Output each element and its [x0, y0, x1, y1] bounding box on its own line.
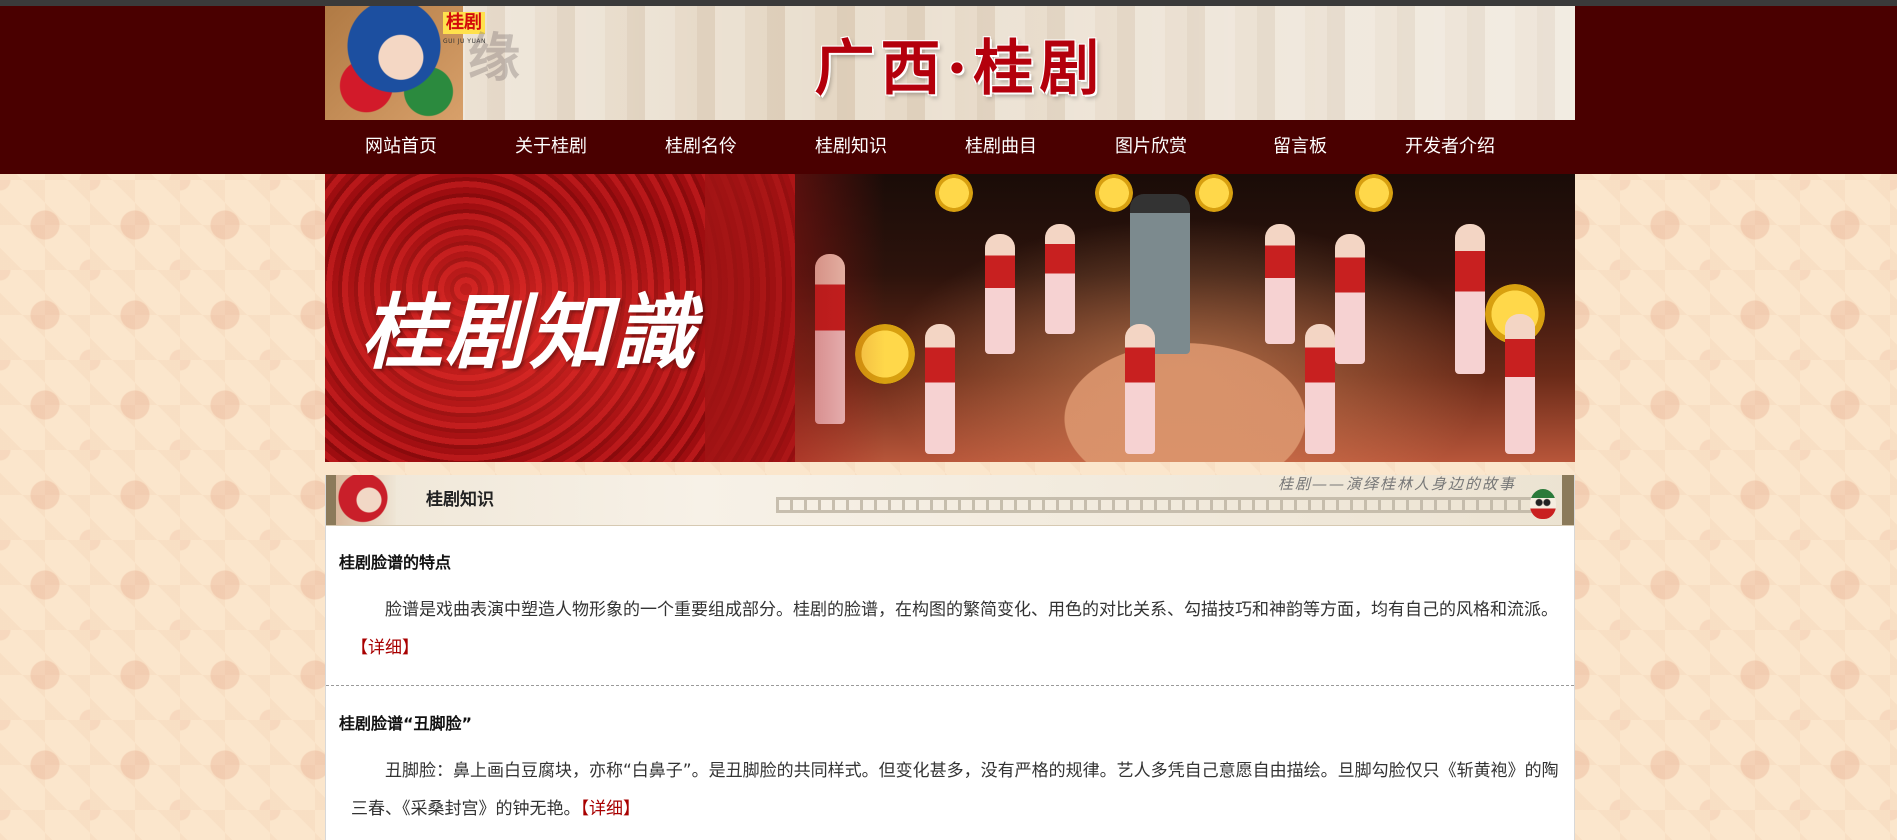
performer-figure: [1265, 224, 1295, 344]
section-header-edge: [1562, 475, 1574, 525]
content-panel: 桂剧知识 桂剧——演绎桂林人身边的故事 桂剧脸谱的特点 脸谱是戏曲表演中塑造人物…: [325, 475, 1575, 840]
nav-item-performers[interactable]: 桂剧名伶: [665, 120, 737, 174]
article-summary-text: 丑脚脸：鼻上画白豆腐块，亦称“白鼻子”。是丑脚脸的共同样式。但变化甚多，没有严格…: [351, 761, 1559, 819]
performer-figure: [1335, 234, 1365, 364]
fret-pattern-border: [776, 497, 1536, 513]
article-title[interactable]: 桂剧脸谱的特点: [339, 549, 451, 573]
nav-item-gallery[interactable]: 图片欣赏: [1115, 120, 1187, 174]
read-more-link[interactable]: 【详细】: [581, 799, 641, 819]
article-summary-text: 脸谱是戏曲表演中塑造人物形象的一个重要组成部分。桂剧的脸谱，在构图的繁简变化、用…: [385, 600, 1558, 620]
nav-item-home[interactable]: 网站首页: [365, 120, 437, 174]
performer-figure: [1125, 324, 1155, 454]
read-more-link[interactable]: 【详细】: [351, 638, 419, 658]
performer-figure: [1305, 324, 1335, 454]
performer-figure: [925, 324, 955, 454]
article-summary: 丑脚脸：鼻上画白豆腐块，亦称“白鼻子”。是丑脚脸的共同样式。但变化甚多，没有严格…: [351, 752, 1561, 828]
article-item: 桂剧脸谱“丑脚脸” 丑脚脸：鼻上画白豆腐块，亦称“白鼻子”。是丑脚脸的共同样式。…: [326, 686, 1574, 840]
banner-stage-photo: [795, 174, 1575, 462]
article-item: 桂剧脸谱的特点 脸谱是戏曲表演中塑造人物形象的一个重要组成部分。桂剧的脸谱，在构…: [326, 525, 1574, 686]
performer-figure: [1505, 314, 1535, 454]
nav-item-about[interactable]: 关于桂剧: [515, 120, 587, 174]
header-banner: 桂剧 GUI JU YUAN 缘 广西·桂剧: [325, 6, 1575, 120]
page-banner: 桂剧知識: [325, 174, 1575, 462]
nav-list: 网站首页 关于桂剧 桂剧名伶 桂剧知识 桂剧曲目 图片欣赏 留言板 开发者介绍: [325, 120, 1575, 174]
drum-shape: [935, 174, 973, 212]
site-header: 桂剧 GUI JU YUAN 缘 广西·桂剧: [0, 6, 1897, 120]
performer-figure: [1045, 224, 1075, 334]
nav-item-knowledge[interactable]: 桂剧知识: [815, 120, 887, 174]
section-title: 桂剧知识: [426, 490, 494, 510]
section-slogan: 桂剧——演绎桂林人身边的故事: [1277, 475, 1516, 493]
performer-figure: [1455, 224, 1485, 374]
drum-shape: [1095, 174, 1133, 212]
drum-shape: [1355, 174, 1393, 212]
opera-face-icon: [336, 475, 396, 525]
banner-heading: 桂剧知識: [361, 285, 697, 381]
nav-item-guestbook[interactable]: 留言板: [1273, 120, 1327, 174]
performer-figure: [985, 234, 1015, 354]
nav-item-developer[interactable]: 开发者介绍: [1405, 120, 1495, 174]
section-header: 桂剧知识 桂剧——演绎桂林人身边的故事: [326, 475, 1574, 526]
drum-shape: [1195, 174, 1233, 212]
site-title: 广西·桂剧: [814, 33, 1106, 104]
article-title[interactable]: 桂剧脸谱“丑脚脸”: [339, 710, 472, 734]
article-summary: 脸谱是戏曲表演中塑造人物形象的一个重要组成部分。桂剧的脸谱，在构图的繁简变化、用…: [351, 591, 1561, 667]
opera-mask-icon: [1530, 489, 1556, 519]
main-navigation: 网站首页 关于桂剧 桂剧名伶 桂剧知识 桂剧曲目 图片欣赏 留言板 开发者介绍: [0, 120, 1897, 174]
banner-fade: [705, 174, 885, 462]
nav-item-repertoire[interactable]: 桂剧曲目: [965, 120, 1037, 174]
section-header-edge: [326, 475, 336, 525]
